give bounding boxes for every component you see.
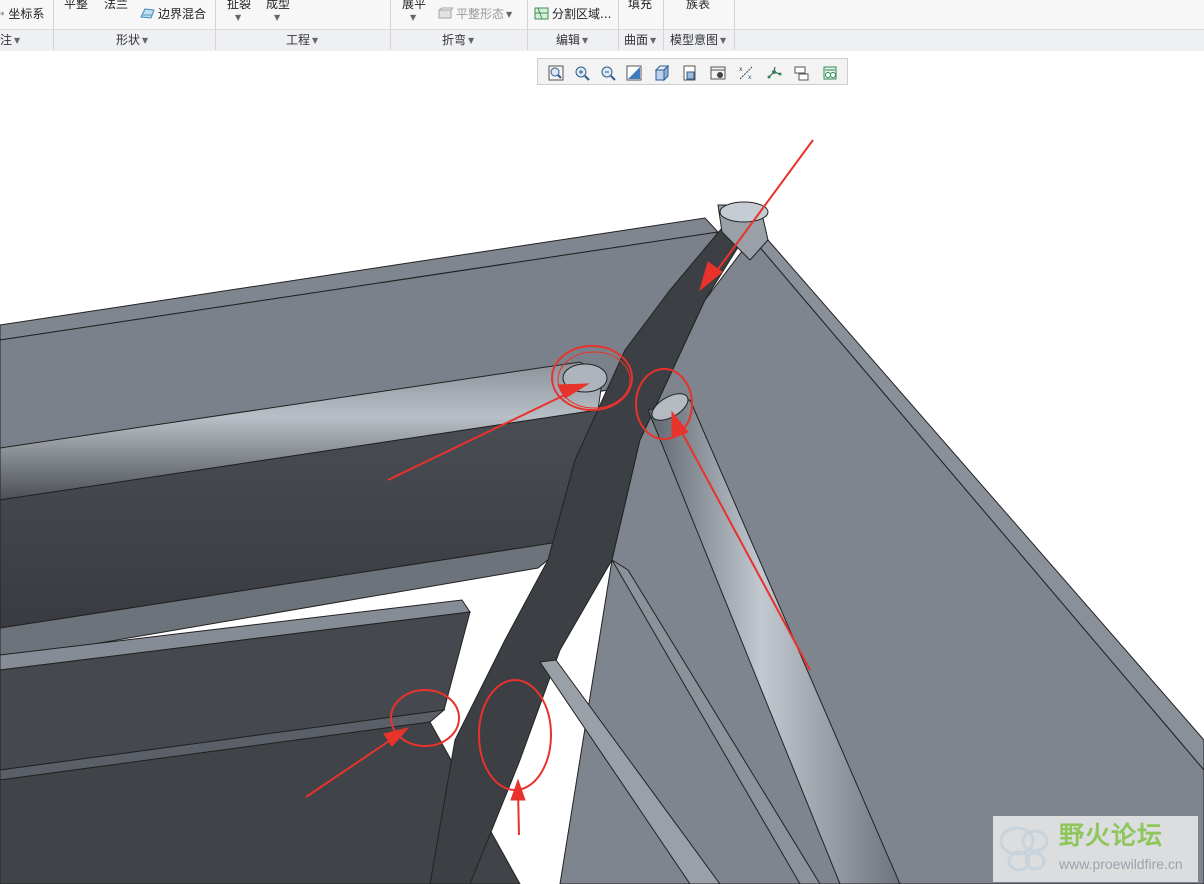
unbend-button[interactable]: 展平 ▼: [402, 0, 426, 25]
form-label: 成型: [266, 0, 291, 11]
spin-center-button[interactable]: [763, 62, 783, 82]
boundary-blend-button[interactable]: 边界混合: [140, 7, 206, 21]
form-button[interactable]: 成型 ▼: [266, 0, 290, 25]
group-shape-label: 形状: [116, 33, 141, 47]
group-edit-label: 编辑: [556, 33, 581, 47]
watermark-title: 野火论坛: [1059, 821, 1164, 850]
butterfly-logo-icon: [999, 826, 1049, 872]
group-divider: [53, 0, 54, 50]
ribbon-commands-row: * 坐标系 平整 法兰 边界混合 扯裂 ▼ 成型 ▼ 展平 ▼ 平整形态 ▼ 分…: [0, 0, 1204, 29]
view-manager-icon: [710, 66, 726, 80]
split-area-label: 分割区域...: [552, 7, 612, 21]
group-model-intent-label: 模型意图: [670, 33, 719, 47]
svg-text:x: x: [748, 74, 752, 81]
group-divider: [390, 0, 391, 50]
group-model-intent[interactable]: 模型意图 ▼: [670, 32, 726, 49]
group-bend[interactable]: 折弯 ▼: [442, 32, 474, 49]
chevron-down-icon: ▼: [650, 35, 657, 45]
saved-views-icon: [683, 65, 696, 81]
flat-state-label: 平整形态: [456, 7, 505, 21]
rip-label: 扯裂: [227, 0, 252, 11]
rip-dropdown-icon: ▼: [235, 13, 242, 22]
repaint-button[interactable]: [623, 62, 643, 82]
family-table-button[interactable]: 族表: [686, 0, 710, 11]
flange-button[interactable]: 法兰: [104, 0, 128, 11]
model-viewport[interactable]: [0, 51, 1204, 884]
display-style-button[interactable]: [651, 62, 671, 82]
boundary-blend-icon: [140, 7, 155, 20]
chevron-down-icon: ▼: [720, 35, 727, 45]
watermark-url: www.proewildfire.cn: [1059, 856, 1183, 872]
group-divider: [663, 0, 664, 50]
group-divider: [215, 0, 216, 50]
group-edit[interactable]: 编辑 ▼: [556, 32, 588, 49]
spin-center-icon: [767, 66, 782, 79]
group-surface[interactable]: 曲面 ▼: [624, 32, 656, 49]
flat-state-button[interactable]: 平整形态 ▼: [438, 7, 512, 22]
ribbon-group-labels: 注 ▼ 形状 ▼ 工程 ▼ 折弯 ▼ 编辑 ▼ 曲面 ▼ 模型意图 ▼: [0, 29, 1204, 51]
view-manager-button[interactable]: [707, 62, 727, 82]
zoom-in-icon: [575, 66, 590, 81]
group-surface-label: 曲面: [624, 33, 649, 47]
view-toolbar: xx: [537, 58, 848, 85]
refit-icon: [548, 65, 564, 81]
split-area-icon: [534, 7, 549, 20]
svg-text:x: x: [739, 66, 743, 73]
rip-button[interactable]: 扯裂 ▼: [227, 0, 251, 25]
saved-views-button[interactable]: [679, 62, 699, 82]
chevron-down-icon: ▼: [142, 35, 149, 45]
group-engineering-label: 工程: [286, 33, 311, 47]
chevron-down-icon: ▼: [312, 35, 319, 45]
coord-sys-button[interactable]: * 坐标系: [0, 7, 44, 23]
group-bend-label: 折弯: [442, 33, 467, 47]
datum-display-button[interactable]: xx: [735, 62, 755, 82]
unbend-label: 展平: [402, 0, 427, 11]
boundary-blend-label: 边界混合: [158, 7, 207, 21]
datum-display-icon: xx: [739, 66, 753, 81]
appearance-icon: [823, 66, 837, 80]
repaint-icon: [626, 65, 642, 81]
group-engineering[interactable]: 工程 ▼: [286, 32, 318, 49]
display-style-icon: [654, 64, 670, 82]
group-shape[interactable]: 形状 ▼: [116, 32, 148, 49]
appearance-button[interactable]: [819, 62, 839, 82]
form-dropdown-icon: ▼: [274, 13, 281, 22]
group-annotate-label: 注: [0, 33, 13, 47]
zoom-in-button[interactable]: [571, 62, 591, 82]
group-divider: [734, 0, 735, 50]
zoom-out-icon: [601, 66, 616, 81]
sheetmetal-model-render: [0, 139, 1204, 884]
group-divider: [618, 0, 619, 50]
coord-sys-label: 坐标系: [8, 7, 45, 21]
fill-button[interactable]: 填充: [628, 0, 652, 11]
forum-watermark: 野火论坛 www.proewildfire.cn: [993, 816, 1198, 882]
flat-state-dropdown-icon: ▼: [506, 9, 513, 19]
chevron-down-icon: ▼: [582, 35, 589, 45]
split-area-button[interactable]: 分割区域...: [534, 7, 611, 21]
group-annotate-partial[interactable]: 注 ▼: [0, 32, 20, 49]
zoom-out-button[interactable]: [597, 62, 617, 82]
unbend-dropdown-icon: ▼: [410, 13, 417, 22]
chevron-down-icon: ▼: [14, 35, 21, 45]
group-divider: [527, 0, 528, 50]
refit-button[interactable]: [545, 62, 565, 82]
ribbon: * 坐标系 平整 法兰 边界混合 扯裂 ▼ 成型 ▼ 展平 ▼ 平整形态 ▼ 分…: [0, 0, 1204, 51]
flat-button[interactable]: 平整: [64, 0, 88, 11]
chevron-down-icon: ▼: [468, 35, 475, 45]
annotation-display-button[interactable]: [791, 62, 811, 82]
flat-state-icon: [438, 7, 455, 20]
annotation-display-icon: [794, 66, 809, 81]
